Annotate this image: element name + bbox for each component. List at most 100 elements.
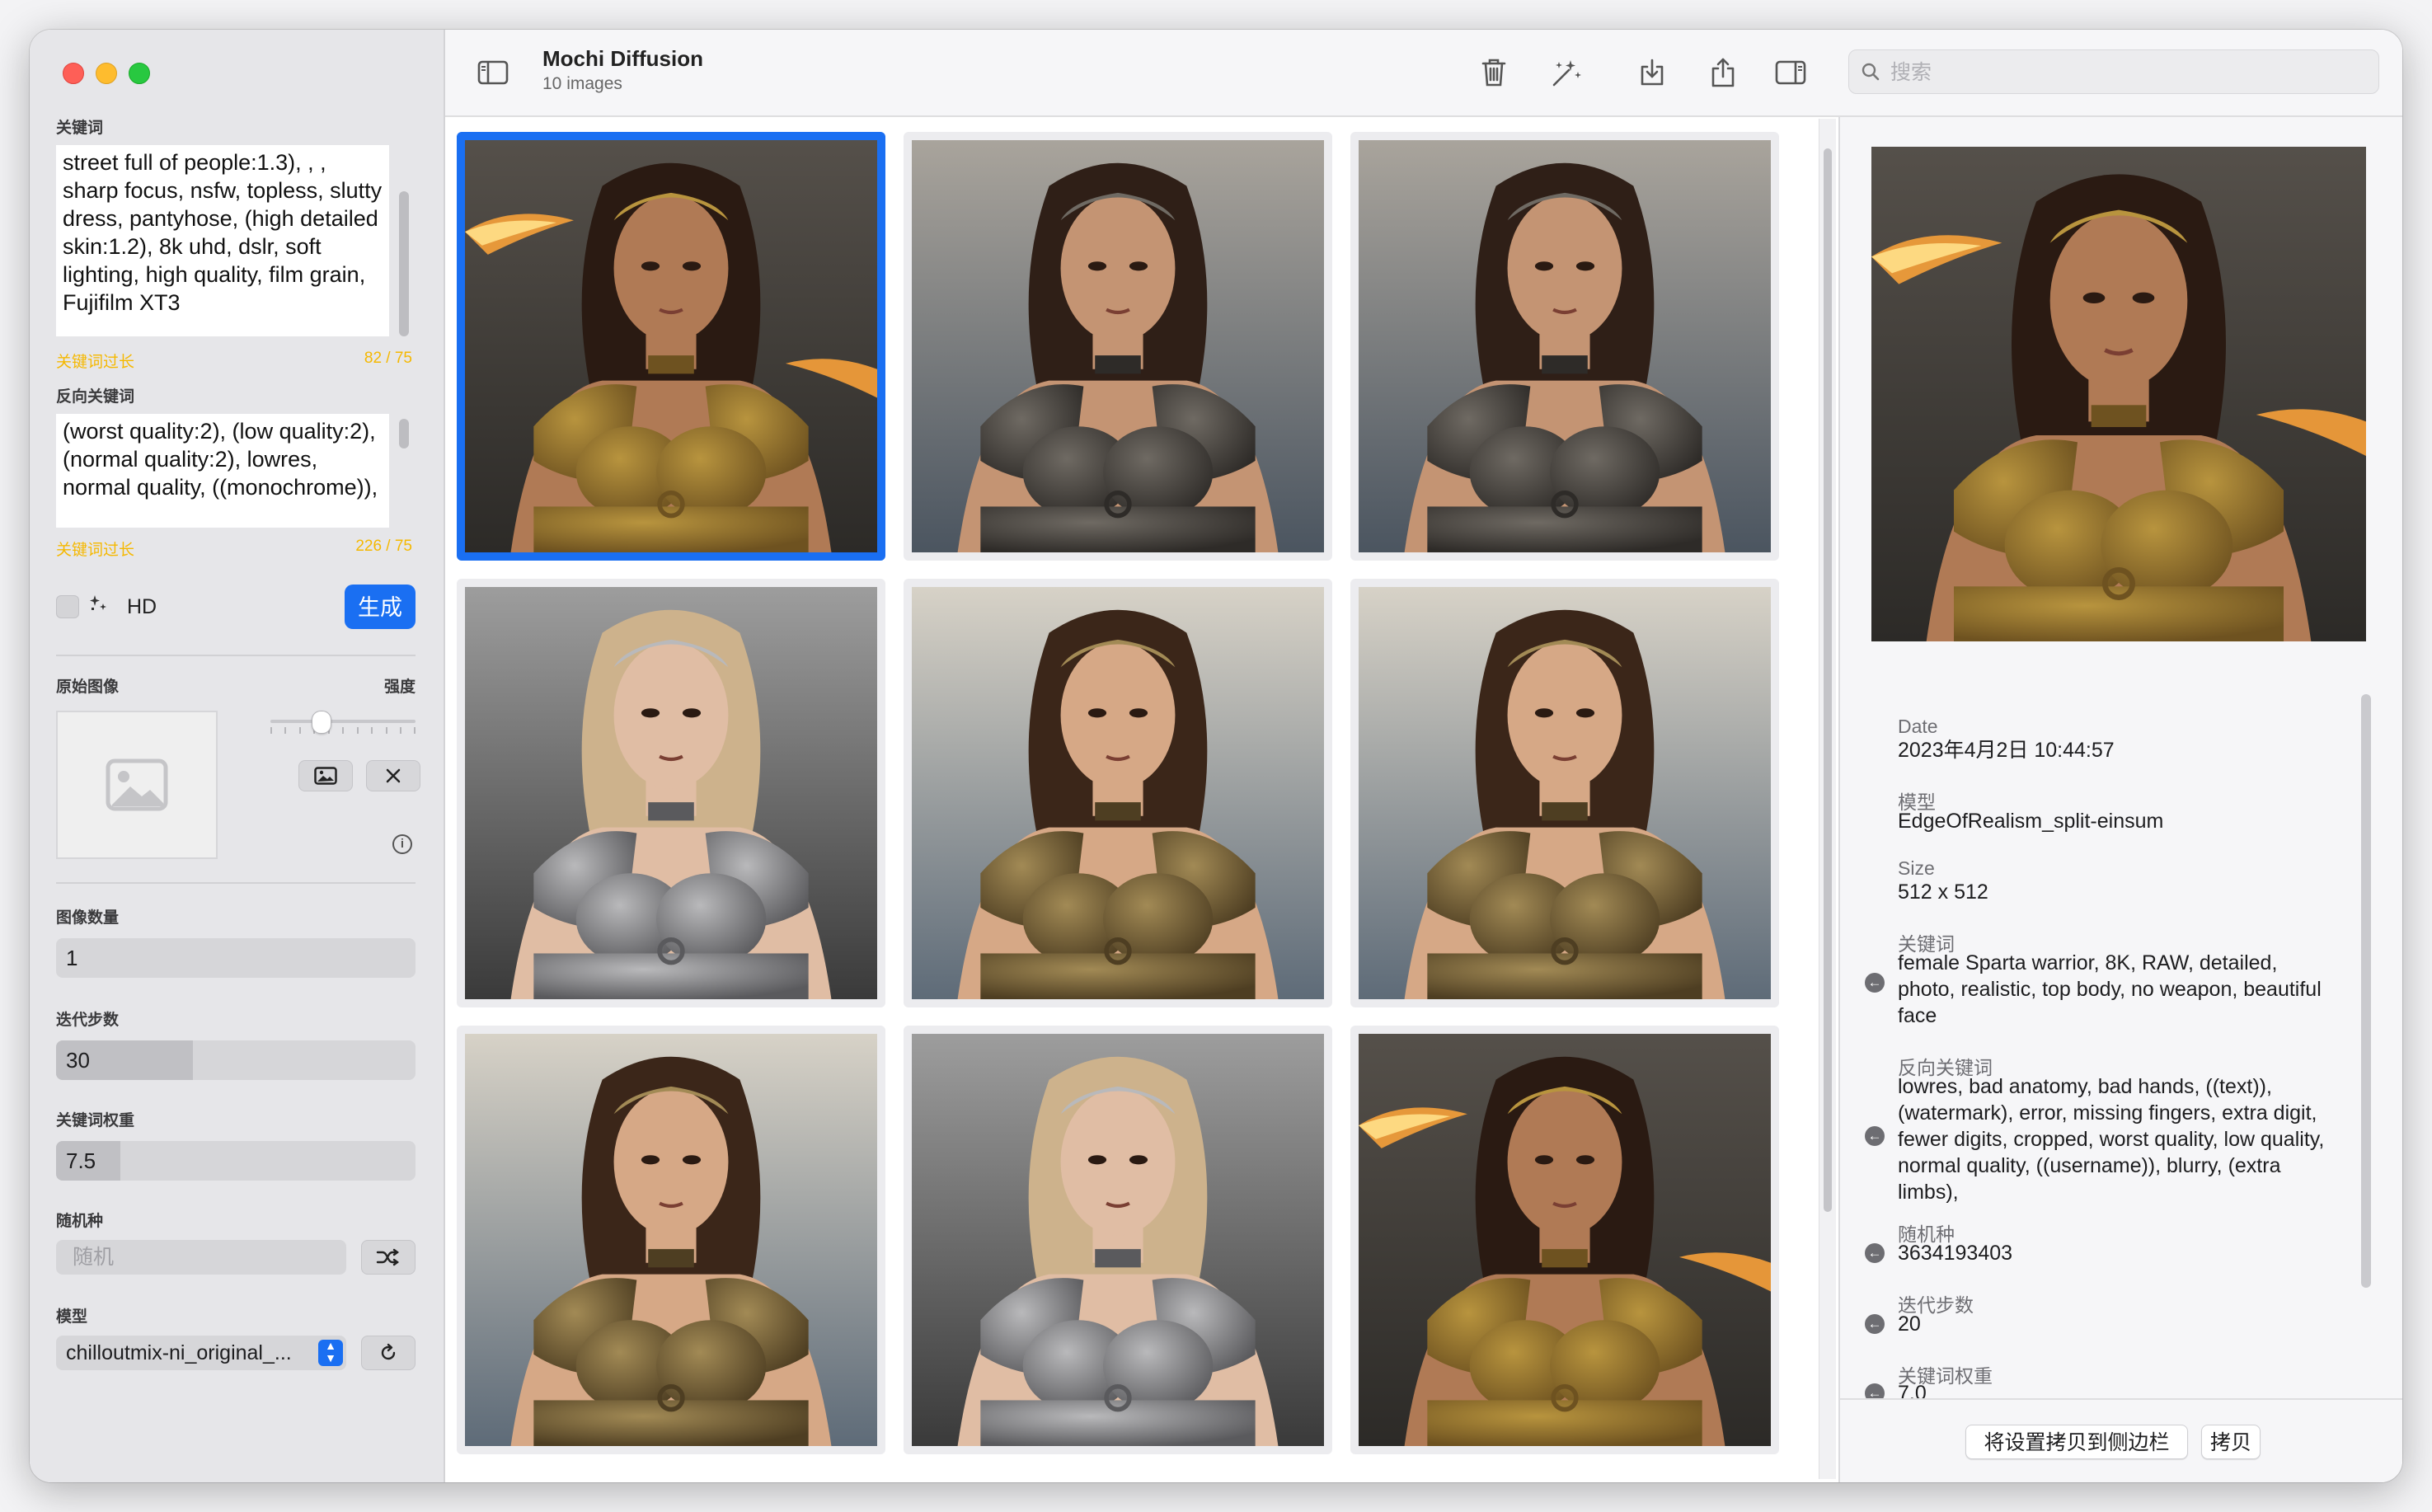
copy-button[interactable]: 拷贝	[2201, 1425, 2261, 1459]
copy-steps-arrow-icon[interactable]: ←	[1865, 1314, 1885, 1334]
slider-tick	[386, 727, 387, 734]
search-input[interactable]	[1889, 57, 2370, 88]
image-thumbnail[interactable]	[457, 579, 885, 1007]
sidebar-right-icon	[1775, 60, 1806, 85]
guidance-label: 关键词权重	[56, 1112, 135, 1129]
photo-icon	[106, 758, 168, 811]
refresh-icon	[381, 1343, 396, 1360]
thumbnail-image	[912, 1034, 1324, 1446]
toggle-inspector-button[interactable]	[1771, 53, 1810, 92]
image-thumbnail[interactable]	[904, 579, 1332, 1007]
app-window: 关键词 street full of people:1.3), , , shar…	[30, 30, 2402, 1482]
model-select[interactable]: chilloutmix-ni_original_... ▲ ▼	[56, 1336, 346, 1370]
strength-slider-knob[interactable]	[312, 711, 331, 734]
thumbnail-image	[912, 140, 1324, 552]
start-image-label: 原始图像	[56, 679, 120, 696]
seed-label: 随机种	[56, 1213, 104, 1230]
image-count-label: 图像数量	[56, 909, 120, 927]
thumbnail-image	[465, 587, 877, 999]
strength-slider-track[interactable]	[270, 720, 416, 723]
save-button[interactable]	[1632, 53, 1672, 92]
clear-image-button[interactable]	[366, 760, 420, 791]
image-thumbnail[interactable]	[1350, 1026, 1779, 1454]
thumbnail-image	[1359, 587, 1771, 999]
image-thumbnail[interactable]	[457, 132, 885, 561]
copy-seed-arrow-icon[interactable]: ←	[1865, 1243, 1885, 1263]
seed-input[interactable]: 随机	[56, 1240, 346, 1275]
size-label: Size	[1898, 857, 1935, 879]
thumbnail-image	[1359, 140, 1771, 552]
slider-tick	[400, 727, 401, 734]
image-thumbnail[interactable]	[457, 1026, 885, 1454]
search-field[interactable]	[1848, 49, 2379, 94]
prompt-warning: 关键词过长	[56, 354, 135, 371]
prompt-textarea[interactable]: street full of people:1.3), , , sharp fo…	[56, 145, 389, 336]
slider-tick	[342, 727, 344, 734]
image-thumbnail[interactable]	[904, 132, 1332, 561]
slider-tick	[270, 727, 272, 734]
hd-checkbox[interactable]	[56, 595, 79, 618]
negative-prompt-token-count: 226 / 75	[355, 538, 412, 555]
delete-button[interactable]	[1474, 53, 1514, 92]
gallery-scrollbar[interactable]	[1819, 119, 1836, 1479]
image-count-field[interactable]: 1	[56, 938, 416, 978]
steps-slider-field[interactable]: 30	[56, 1040, 416, 1080]
thumbnail-image	[465, 140, 877, 552]
copy-prompt-arrow-icon[interactable]: ←	[1865, 973, 1885, 993]
magic-wand-icon	[1552, 60, 1581, 87]
zoom-window-button[interactable]	[129, 63, 150, 84]
warrior-portrait	[1359, 1034, 1771, 1446]
negative-prompt-textarea[interactable]: (worst quality:2), (low quality:2), (nor…	[56, 414, 389, 528]
slider-tick	[284, 727, 286, 734]
date-value: 2023年4月2日 10:44:57	[1898, 739, 2115, 762]
download-icon	[1641, 59, 1664, 86]
image-thumbnail[interactable]	[1350, 132, 1779, 561]
thumbnail-image	[1359, 1034, 1771, 1446]
close-window-button[interactable]	[63, 63, 84, 84]
negative-prompt-scrollbar[interactable]	[399, 419, 409, 448]
info-icon[interactable]: i	[392, 834, 412, 854]
steps-label: 迭代步数	[56, 1012, 120, 1029]
search-icon	[1862, 63, 1880, 81]
image-thumbnail[interactable]	[904, 1026, 1332, 1454]
guidance-slider-field[interactable]: 7.5	[56, 1141, 416, 1181]
photo-icon	[314, 767, 337, 785]
copy-to-sidebar-button[interactable]: 将设置拷贝到侧边栏	[1965, 1425, 2188, 1459]
hd-label: HD	[127, 595, 157, 618]
toggle-sidebar-button[interactable]	[473, 53, 513, 92]
image-count-value: 1	[66, 946, 78, 970]
close-icon	[386, 768, 401, 783]
prompt-info-value: female Sparta warrior, 8K, RAW, detailed…	[1898, 951, 2322, 1027]
slider-tick	[299, 727, 301, 734]
share-button[interactable]	[1703, 53, 1743, 92]
size-value: 512 x 512	[1898, 880, 1988, 904]
negative-prompt-label: 反向关键词	[56, 388, 135, 406]
warrior-portrait	[912, 587, 1324, 999]
inspector-scrollbar[interactable]	[2361, 694, 2371, 1288]
date-label: Date	[1898, 716, 1938, 737]
start-image-well[interactable]	[56, 711, 218, 859]
sidebar-left-icon	[477, 60, 509, 85]
gallery-scroll-thumb[interactable]	[1824, 148, 1832, 1212]
upscale-button[interactable]	[1547, 53, 1586, 92]
steps-value: 30	[66, 1048, 90, 1073]
trash-icon	[1481, 59, 1506, 87]
slider-tick	[371, 727, 373, 734]
warrior-portrait	[912, 140, 1324, 552]
negative-info-value: lowres, bad anatomy, bad hands, ((text))…	[1898, 1075, 2325, 1204]
generate-button[interactable]: 生成	[345, 585, 416, 629]
warrior-portrait	[465, 140, 877, 552]
random-seed-button[interactable]	[361, 1240, 416, 1275]
seed-info-value: 3634193403	[1898, 1242, 2013, 1265]
image-thumbnail[interactable]	[1350, 579, 1779, 1007]
warrior-portrait	[1359, 140, 1771, 552]
chevron-updown-icon: ▲ ▼	[318, 1340, 343, 1366]
toolbar: Mochi Diffusion 10 images	[445, 30, 2402, 117]
slider-tick	[357, 727, 359, 734]
minimize-window-button[interactable]	[96, 63, 117, 84]
reload-models-button[interactable]	[361, 1336, 416, 1370]
prompt-scrollbar[interactable]	[399, 191, 409, 336]
select-image-button[interactable]	[298, 760, 353, 791]
copy-negative-arrow-icon[interactable]: ←	[1865, 1126, 1885, 1146]
thumbnail-image	[465, 1034, 877, 1446]
